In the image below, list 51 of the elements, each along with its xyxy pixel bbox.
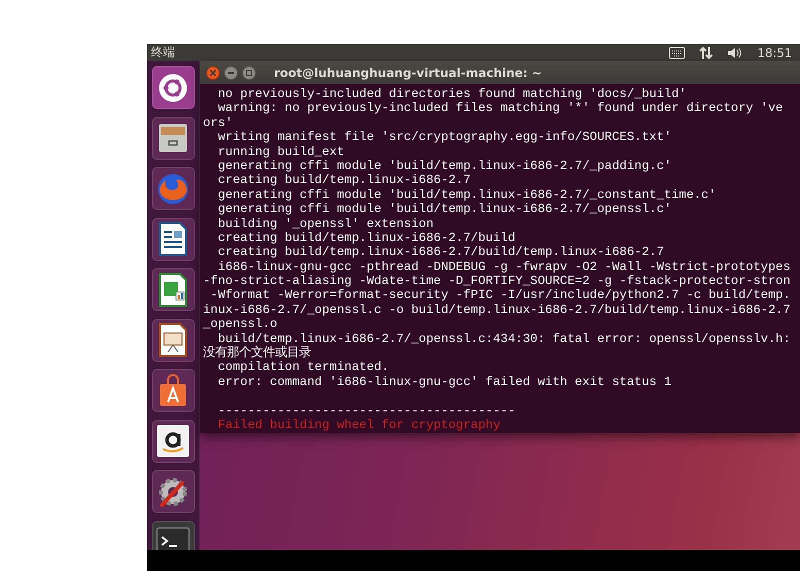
keyboard-icon[interactable] <box>669 46 686 58</box>
window-title: root@luhuanghuang-virtual-machine: ~ <box>274 66 542 80</box>
output-line: creating build/temp.linux-i686-2.7 <box>216 173 472 188</box>
maximize-button[interactable] <box>242 66 256 80</box>
output-line: build/temp.linux-i686-2.7/_openssl.c:434:30: fatal error: openssl/opensslv.h: <box>216 332 792 346</box>
output-line: i686-linux-gnu-gcc -pthread -DNDEBUG -g -fwrapv -O2 -Wall -Wstrict-prototypes <box>216 260 792 274</box>
output-line: creating build/temp.linux-i686-2.7/build/temp.linux-i686-2.7 <box>216 245 666 260</box>
network-arrows-icon[interactable] <box>699 46 714 60</box>
launcher-item[interactable] <box>152 318 194 362</box>
output-line: -fno-strict-aliasing -Wdate-time -D_FORTIFY_SOURCE=2 -g -fstack-protector-stron <box>203 274 792 288</box>
output-line: running build_ext <box>216 144 346 159</box>
launcher-item[interactable] <box>152 218 194 260</box>
output-line: _openssl.o <box>203 317 278 332</box>
presentation-icon <box>157 322 189 358</box>
output-line: generating cffi module 'build/temp.linux-i686-2.7/_openssl.c' <box>216 202 672 217</box>
launcher-item[interactable] <box>152 66 194 109</box>
output-line: -Wformat -Werror=format-security -fPIC -I/usr/include/python2.7 -c build/temp. <box>209 288 792 303</box>
volume-icon[interactable] <box>727 46 744 58</box>
shopping-bag-icon <box>157 374 189 408</box>
close-icon <box>210 70 216 76</box>
maximize-icon <box>246 70 252 76</box>
launcher-item[interactable] <box>152 369 194 412</box>
output-line: error: command 'i686-linux-gnu-gcc' failed with exit status 1 <box>216 374 672 390</box>
terminal-icon <box>156 527 190 550</box>
clock[interactable]: 18:51 <box>757 46 792 60</box>
output-line: creating build/temp.linux-i686-2.7/build <box>216 230 516 246</box>
letter-a-tile-icon <box>156 424 190 458</box>
output-line: 没有那个文件或目录 <box>203 346 311 360</box>
file-cabinet-icon <box>156 121 190 155</box>
output-line: generating cffi module 'build/temp.linux-i686-2.7/_padding.c' <box>216 158 672 174</box>
minimize-button[interactable] <box>224 66 238 80</box>
launcher-item[interactable] <box>152 116 194 160</box>
launcher-item[interactable] <box>152 268 194 311</box>
minimize-icon <box>228 72 234 74</box>
app-title: 终端 <box>151 44 176 61</box>
close-button[interactable] <box>206 66 220 80</box>
output-line: ---------------------------------------- <box>216 404 516 418</box>
output-line: building '_openssl' extension <box>216 216 435 231</box>
error-line: Failed building wheel for cryptography <box>216 418 502 432</box>
launcher-item[interactable] <box>152 470 194 513</box>
ubuntu-logo-icon <box>158 72 188 102</box>
launcher-item[interactable] <box>152 420 194 462</box>
output-line: warning: no previously-included files matching '*' found under directory 've <box>216 101 784 116</box>
output-line: compilation terminated. <box>216 360 390 375</box>
output-line: writing manifest file 'src/cryptography.egg-info/SOURCES.txt' <box>216 130 672 145</box>
text-document-icon <box>157 221 189 257</box>
output-line: generating cffi module 'build/temp.linux-i686-2.7/_constant_time.c' <box>216 188 718 202</box>
output-line: no previously-included directories found matching 'docs/_build' <box>216 87 688 102</box>
output-line: ors' <box>203 116 234 130</box>
spreadsheet-icon <box>157 272 189 308</box>
output-line: inux-i686-2.7/_openssl.c -o build/temp.linux-i686-2.7/build/temp.linux-i686-2.7 <box>203 302 792 318</box>
